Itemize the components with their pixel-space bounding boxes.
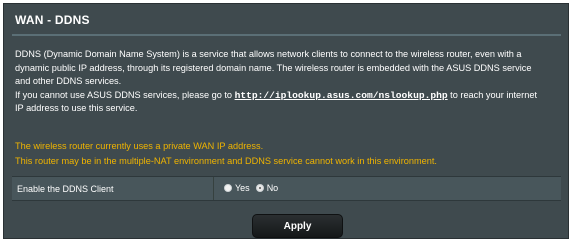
description-text: If you cannot use ASUS DDNS services, pl…	[15, 89, 235, 100]
nslookup-link[interactable]: http://iplookup.asus.com/nslookup.php	[235, 90, 448, 101]
description-line: If you cannot use ASUS DDNS services, pl…	[15, 89, 563, 103]
title-divider	[12, 34, 561, 36]
radio-no-selected-circle-icon[interactable]	[255, 184, 264, 192]
radio-yes[interactable]: Yes	[224, 183, 250, 193]
description-line: DDNS (Dynamic Domain Name System) is a s…	[15, 49, 522, 59]
apply-button[interactable]: Apply	[252, 214, 343, 238]
radio-yes-label: Yes	[235, 183, 250, 193]
ddns-client-label: Enable the DDNS Client	[17, 184, 114, 194]
description-line: and other DDNS services.	[15, 76, 122, 87]
ddns-panel: WAN - DDNS DDNS (Dynamic Domain Name Sys…	[3, 3, 569, 239]
description-line: IP address to use this service.	[15, 103, 138, 114]
setting-separator	[213, 177, 214, 200]
warning-block: The wireless router currently uses a pri…	[15, 139, 563, 168]
radio-yes-circle-icon[interactable]	[224, 184, 232, 192]
ddns-client-setting-row: Enable the DDNS Client Yes No	[12, 176, 561, 201]
ddns-client-radio-group: Yes No	[224, 183, 278, 193]
description-block: DDNS (Dynamic Domain Name System) is a s…	[15, 48, 563, 116]
description-text: to reach your internet	[447, 89, 537, 100]
warning-line: The wireless router currently uses a pri…	[15, 141, 264, 151]
radio-no[interactable]: No	[255, 183, 279, 193]
warning-line: This router may be in the multiple-NAT e…	[15, 155, 437, 166]
description-line: dynamic public IP address, through its r…	[15, 62, 532, 73]
page-title: WAN - DDNS	[15, 13, 90, 27]
radio-no-label: No	[266, 183, 279, 193]
